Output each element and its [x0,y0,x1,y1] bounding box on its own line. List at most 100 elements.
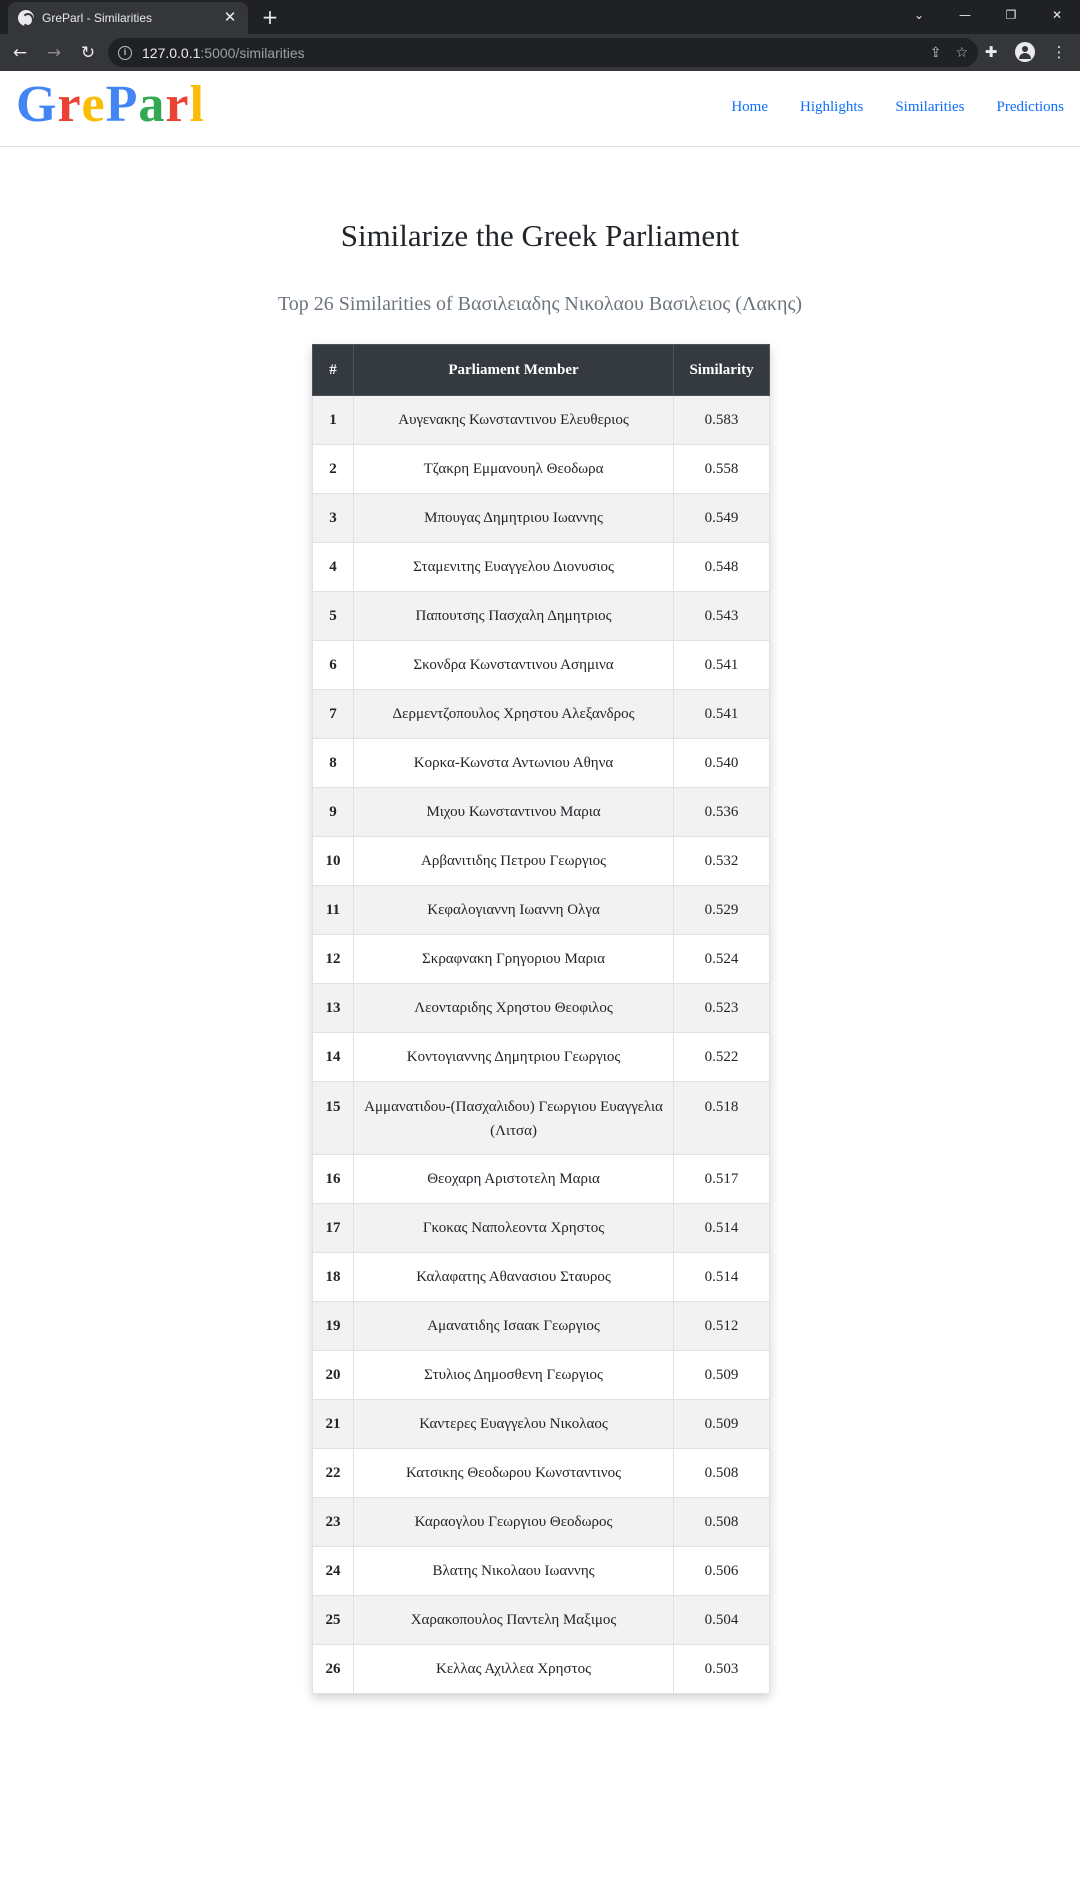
nav-similarities[interactable]: Similarities [879,99,980,116]
url-path: :5000/similarities [200,44,305,61]
tab-title: GreParl - Similarities [42,11,153,25]
similarities-table: # Parliament Member Similarity 1 Αυγενακη… [312,344,770,1694]
member-cell: Καλαφατης Αθανασιου Σταυρος [352,1252,675,1302]
rank-cell: 24 [312,1546,354,1596]
member-cell: Δερμεντζοπουλος Χρηστου Αλεξανδρος [352,689,675,739]
member-cell: Παπουτσης Πασχαλη Δημητριος [352,591,675,641]
brand-letter: e [81,76,106,133]
table-row: 9 Μιχου Κωνσταντινου Μαρια 0.536 [312,787,770,837]
member-cell: Τζακρη Εμμανουηλ Θεοδωρα [352,444,675,494]
similarity-cell: 0.509 [673,1399,770,1449]
rank-cell: 5 [312,591,354,641]
window-close-icon[interactable]: ✕ [1034,0,1080,30]
rank-cell: 26 [312,1644,354,1694]
table-row: 23 Καραογλου Γεωργιου Θεοδωρος 0.508 [312,1497,770,1547]
browser-tab[interactable]: GreParl - Similarities ✕ [8,2,248,34]
member-cell: Μιχου Κωνσταντινου Μαρια [352,787,675,837]
tab-search-icon[interactable]: ⌄ [896,0,942,30]
rank-cell: 21 [312,1399,354,1449]
close-icon[interactable]: ✕ [222,10,238,26]
brand-letter: l [189,76,205,133]
rank-cell: 22 [312,1448,354,1498]
nav-highlights[interactable]: Highlights [784,99,879,116]
member-cell: Καντερες Ευαγγελου Νικολαος [352,1399,675,1449]
similarities-table-container: # Parliament Member Similarity 1 Αυγενακη… [312,344,770,1694]
table-row: 21 Καντερες Ευαγγελου Νικολαος 0.509 [312,1399,770,1449]
minimize-icon[interactable]: — [942,0,988,30]
browser-toolbar: ← → ↻ i 127.0.0.1:5000/similarities ⇪ ☆ … [0,34,1080,71]
similarity-cell: 0.522 [673,1032,770,1082]
table-row: 12 Σκραφνακη Γρηγοριου Μαρια 0.524 [312,934,770,984]
info-icon[interactable]: i [118,45,132,60]
table-row: 17 Γκοκας Ναπολεοντα Χρηστος 0.514 [312,1203,770,1253]
restore-icon[interactable]: ❐ [988,0,1034,30]
table-row: 10 Αρβανιτιδης Πετρου Γεωργιος 0.532 [312,836,770,886]
menu-kebab-icon[interactable]: ⋮ [1046,38,1072,66]
page-title: Similarize the Greek Parliament [340,218,740,253]
share-icon[interactable]: ⇪ [930,45,942,61]
rank-cell: 1 [312,395,354,445]
rank-cell: 25 [312,1595,354,1645]
similarity-cell: 0.514 [673,1252,770,1302]
member-cell: Αμμανατιδου-(Πασχαλιδου) Γεωργιου Ευαγγε… [352,1081,675,1155]
similarity-cell: 0.503 [673,1644,770,1694]
nav-home[interactable]: Home [715,99,784,116]
rank-cell: 2 [312,444,354,494]
table-row: 20 Στυλιος Δημοσθενη Γεωργιος 0.509 [312,1350,770,1400]
similarity-cell: 0.532 [673,836,770,886]
similarity-cell: 0.548 [673,542,770,592]
table-row: 24 Βλατης Νικολαου Ιωαννης 0.506 [312,1546,770,1596]
nav-predictions[interactable]: Predictions [981,99,1080,116]
table-row: 19 Αμανατιδης Ισαακ Γεωργιος 0.512 [312,1301,770,1351]
member-cell: Σκονδρα Κωνσταντινου Ασημινα [352,640,675,690]
member-cell: Κοντογιαννης Δημητριου Γεωργιος [352,1032,675,1082]
header-similarity: Similarity [673,344,770,396]
brand-logo[interactable]: GreParl [16,75,205,134]
back-icon[interactable]: ← [6,39,34,67]
member-cell: Χαρακοπουλος Παντελη Μαξιμος [352,1595,675,1645]
rank-cell: 18 [312,1252,354,1302]
similarity-cell: 0.529 [673,885,770,935]
reload-icon[interactable]: ↻ [74,39,102,67]
table-row: 5 Παπουτσης Πασχαλη Δημητριος 0.543 [312,591,770,641]
member-cell: Γκοκας Ναπολεοντα Χρηστος [352,1203,675,1253]
rank-cell: 7 [312,689,354,739]
table-row: 13 Λεονταριδης Χρηστου Θεοφιλος 0.523 [312,983,770,1033]
similarity-cell: 0.540 [673,738,770,788]
member-cell: Στυλιος Δημοσθενη Γεωργιος [352,1350,675,1400]
rank-cell: 3 [312,493,354,543]
table-row: 22 Κατσικης Θεοδωρου Κωνσταντινος 0.508 [312,1448,770,1498]
table-row: 1 Αυγενακης Κωνσταντινου Ελευθεριος 0.583 [312,395,770,445]
table-row: 6 Σκονδρα Κωνσταντινου Ασημινα 0.541 [312,640,770,690]
address-bar[interactable]: i 127.0.0.1:5000/similarities ⇪ ☆ [108,38,978,67]
bookmark-star-icon[interactable]: ☆ [955,45,968,61]
table-row: 7 Δερμεντζοπουλος Χρηστου Αλεξανδρος 0.541 [312,689,770,739]
rank-cell: 14 [312,1032,354,1082]
similarity-cell: 0.504 [673,1595,770,1645]
rank-cell: 6 [312,640,354,690]
member-cell: Καραογλου Γεωργιου Θεοδωρος [352,1497,675,1547]
header-rank: # [312,344,354,396]
extensions-icon[interactable]: ✚ [978,38,1004,66]
brand-letter: G [16,76,58,133]
similarity-cell: 0.536 [673,787,770,837]
similarity-cell: 0.508 [673,1497,770,1547]
nav-links: Home Highlights Similarities Predictions [715,99,1080,116]
member-cell: Κεφαλογιαννη Ιωαννη Ολγα [352,885,675,935]
new-tab-button[interactable]: + [258,5,282,29]
rank-cell: 8 [312,738,354,788]
member-cell: Μπουγας Δημητριου Ιωαννης [352,493,675,543]
table-row: 2 Τζακρη Εμμανουηλ Θεοδωρα 0.558 [312,444,770,494]
rank-cell: 23 [312,1497,354,1547]
rank-cell: 4 [312,542,354,592]
table-row: 15 Αμμανατιδου-(Πασχαλιδου) Γεωργιου Ευαγ… [312,1081,770,1155]
member-cell: Αυγενακης Κωνσταντινου Ελευθεριος [352,395,675,445]
similarity-cell: 0.512 [673,1301,770,1351]
url-host: 127.0.0.1 [142,44,201,61]
profile-icon[interactable] [1015,42,1035,62]
window-controls: ⌄ — ❐ ✕ [896,0,1080,30]
forward-icon[interactable]: → [40,39,68,67]
member-cell: Λεονταριδης Χρηστου Θεοφιλος [352,983,675,1033]
member-cell: Αρβανιτιδης Πετρου Γεωργιος [352,836,675,886]
table-row: 26 Κελλας Αχιλλεα Χρηστος 0.503 [312,1644,770,1694]
